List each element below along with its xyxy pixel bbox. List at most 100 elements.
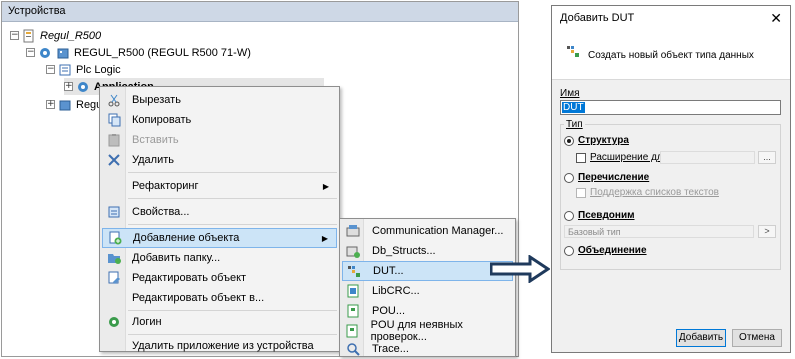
trace-icon [347, 343, 360, 356]
alias-label: Псевдоним [578, 210, 635, 221]
text-list-label: Поддержка списков текстов [590, 187, 719, 198]
menu-item-refactoring[interactable]: Рефакторинг ▶ [102, 176, 337, 196]
menu-item-copy[interactable]: Копировать [102, 110, 337, 130]
menu-item-add-folder[interactable]: Добавить папку... [102, 248, 337, 268]
menu-separator [128, 334, 337, 335]
checkbox-icon [576, 187, 586, 198]
submenu-item-trace[interactable]: Trace... [342, 339, 513, 359]
properties-icon [108, 206, 120, 218]
pou-implicit-icon [346, 324, 358, 338]
menu-item-label: Добавление объекта [133, 232, 240, 244]
menu-item-label: Редактировать объект [132, 272, 247, 284]
base-type-placeholder: Базовый тип [568, 227, 621, 237]
comm-manager-icon [346, 225, 360, 237]
menu-separator [128, 172, 337, 173]
menu-item-label: Добавить папку... [132, 252, 221, 264]
checkbox-text-list[interactable]: Поддержка списков текстов [576, 187, 719, 198]
radio-enumeration[interactable]: Перечисление [564, 172, 649, 183]
radio-structure[interactable]: Структура [564, 135, 629, 146]
tree-item-device[interactable]: − REGUL_R500 (REGUL R500 71-W) [26, 44, 251, 61]
submenu-item-pou[interactable]: POU... [342, 301, 513, 321]
submenu-item-label: LibCRC... [372, 285, 420, 297]
plc-logic-label: Plc Logic [76, 63, 121, 76]
submenu-item-db-structs[interactable]: Db_Structs... [342, 241, 513, 261]
menu-item-label: Удалить [132, 154, 174, 166]
union-label: Объединение [578, 245, 647, 256]
extension-label: Расширение для [590, 152, 669, 163]
checkbox-extension[interactable]: Расширение для [576, 152, 668, 163]
type-label: Тип [564, 119, 585, 130]
submenu-arrow-icon: ▶ [322, 181, 329, 191]
close-icon[interactable]: ✕ [770, 10, 782, 27]
cancel-button[interactable]: Отмена [732, 329, 782, 347]
collapse-icon[interactable]: − [46, 65, 55, 74]
tree-item-plc-logic[interactable]: − Plc Logic [46, 61, 121, 78]
menu-separator [128, 224, 337, 225]
menu-item-label: Свойства... [132, 206, 190, 218]
checkbox-icon [576, 152, 586, 163]
radio-alias[interactable]: Псевдоним [564, 210, 635, 221]
menu-item-paste[interactable]: Вставить [102, 130, 337, 150]
dialog-titlebar: Добавить DUT ✕ [552, 6, 790, 30]
extension-field[interactable] [660, 151, 755, 164]
menu-item-edit-object[interactable]: Редактировать объект [102, 268, 337, 288]
add-object-icon [109, 231, 122, 245]
submenu-item-label: Trace... [372, 343, 409, 355]
base-type-button[interactable]: > [758, 225, 776, 238]
libcrc-icon [347, 284, 359, 298]
structure-label: Структура [578, 135, 629, 146]
menu-item-add-object[interactable]: Добавление объекта ▶ [102, 228, 337, 248]
dialog-description: Создать новый объект типа данных [588, 50, 754, 61]
menu-item-edit-object-in[interactable]: Редактировать объект в... [102, 288, 337, 308]
menu-item-login[interactable]: Логин [102, 312, 337, 332]
expand-icon[interactable]: + [46, 100, 55, 109]
submenu-item-pou-implicit[interactable]: POU для неявных проверок... [342, 319, 513, 343]
menu-item-label: Копировать [132, 114, 192, 126]
pou-icon [347, 304, 359, 318]
tree-item-project[interactable]: − Regul_R500 [10, 27, 101, 44]
devices-panel-title: Устройства [2, 2, 518, 22]
submenu-item-comm-manager[interactable]: Communication Manager... [342, 221, 513, 241]
expand-icon[interactable]: + [64, 82, 73, 91]
menu-item-cut[interactable]: Вырезать [102, 90, 337, 110]
submenu-item-libcrc[interactable]: LibCRC... [342, 281, 513, 301]
dut-icon [567, 46, 579, 57]
add-dut-dialog: Добавить DUT ✕ Создать новый объект типа… [551, 5, 791, 353]
menu-item-properties[interactable]: Свойства... [102, 202, 337, 222]
browse-button[interactable]: ... [758, 151, 776, 164]
plc-device-icon [59, 100, 71, 110]
collapse-icon[interactable]: − [10, 31, 19, 40]
radio-union[interactable]: Объединение [564, 245, 647, 256]
tree-item-regul[interactable]: + Regul [46, 96, 105, 113]
add-button[interactable]: Добавить [676, 329, 726, 347]
menu-item-label: Удалить приложение из устройства [132, 340, 314, 352]
add-folder-icon [108, 254, 121, 264]
scissors-icon [108, 94, 120, 107]
dialog-title: Добавить DUT [560, 12, 635, 24]
project-icon [23, 29, 34, 42]
menu-separator [128, 198, 337, 199]
menu-item-delete[interactable]: Удалить [102, 150, 337, 170]
menu-item-label: Логин [132, 316, 162, 328]
submenu-item-label: Communication Manager... [372, 225, 504, 237]
radio-selected-icon [564, 135, 574, 146]
context-menu: Вырезать Копировать Вставить Удалить Реф… [99, 86, 340, 352]
radio-unselected-icon [564, 210, 574, 221]
collapse-icon[interactable]: − [26, 48, 35, 57]
name-input-value: DUT [562, 102, 585, 113]
submenu-item-dut[interactable]: DUT... [342, 261, 513, 281]
name-input[interactable]: DUT [560, 100, 781, 115]
db-structs-icon [346, 246, 360, 258]
project-label: Regul_R500 [40, 29, 102, 42]
delete-x-icon [108, 154, 120, 166]
menu-item-label: Вставить [132, 134, 179, 146]
submenu-arrow-icon: ▶ [321, 233, 328, 243]
dialog-header: Создать новый объект типа данных [552, 30, 790, 80]
copy-icon [108, 113, 121, 127]
submenu-item-label: DUT... [373, 265, 404, 277]
menu-item-remove-app[interactable]: Удалить приложение из устройства [102, 336, 337, 356]
application-gear-icon [78, 81, 88, 92]
radio-unselected-icon [564, 172, 574, 183]
base-type-field[interactable]: Базовый тип [564, 225, 754, 238]
plc-device-icon [57, 48, 69, 58]
